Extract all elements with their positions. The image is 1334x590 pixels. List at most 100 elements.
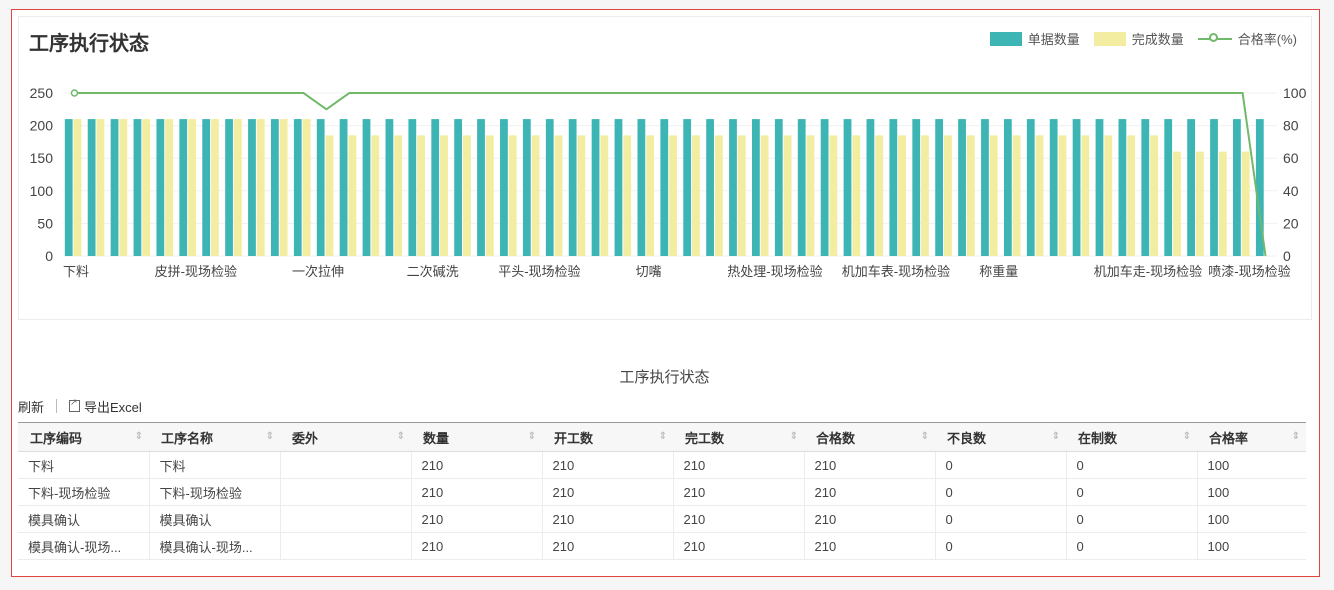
table-row[interactable]: 下料 下料 210 210 210 210 0 0 100 (18, 451, 1306, 479)
column-header[interactable]: 不良数 ⇕ (935, 422, 1066, 452)
sort-icon[interactable]: ⇕ (921, 431, 929, 442)
pass-rate-point (70, 89, 79, 97)
table-cell: 0 (1066, 532, 1198, 560)
column-header[interactable]: 数量 ⇕ (411, 422, 542, 452)
bar-order-qty (202, 119, 211, 256)
bar-order-qty (270, 119, 279, 256)
table-row[interactable]: 模具确认 模具确认 210 210 210 210 0 0 100 (18, 505, 1306, 533)
table-cell: 0 (935, 451, 1067, 479)
sort-icon[interactable]: ⇕ (790, 431, 798, 442)
refresh-button[interactable]: 刷新 (18, 397, 44, 416)
table-cell (280, 478, 412, 506)
table-cell: 模具确认 (149, 505, 281, 533)
bar-done-qty (508, 135, 517, 256)
bar-done-qty (783, 135, 792, 256)
bar-done-qty (1058, 135, 1067, 256)
bar-done-qty (1012, 135, 1021, 256)
bar-order-qty (912, 119, 921, 256)
sort-icon[interactable]: ⇕ (135, 431, 143, 442)
bar-done-qty (348, 135, 357, 256)
column-header[interactable]: 完工数 ⇕ (673, 422, 804, 452)
bar-order-qty (248, 119, 256, 256)
table-cell: 100 (1197, 451, 1306, 479)
column-header[interactable]: 开工数 ⇕ (542, 422, 673, 452)
bar-done-qty (806, 135, 815, 256)
table-cell: 210 (411, 478, 543, 506)
bar-order-qty (408, 119, 417, 256)
combo-chart: 250200150100500100806040200下料 皮拼-现场检验 一次拉伸… (30, 85, 1307, 279)
bar-order-qty (179, 119, 188, 256)
bar-done-qty (989, 135, 998, 256)
y2-tick-label: 80 (1283, 118, 1299, 134)
y-tick-label: 50 (37, 215, 53, 231)
sort-icon[interactable]: ⇕ (1052, 431, 1060, 442)
table-cell: 210 (411, 532, 543, 560)
table-cell: 210 (411, 505, 543, 533)
table-cell: 210 (804, 451, 936, 479)
bar-order-qty (87, 119, 96, 256)
column-header[interactable]: 合格率 ⇕ (1197, 422, 1306, 452)
table-cell: 210 (804, 505, 936, 533)
x-tick-label: 下料 (63, 264, 89, 279)
sort-icon[interactable]: ⇕ (266, 431, 274, 442)
table-row[interactable]: 模具确认-现场... 模具确认-现场... 210 210 210 210 0 0 100 (18, 532, 1306, 560)
chart-panel: 工序执行状态 单据数量 完成数量 合格率(%) 250 200 150 100 50 0 1… (18, 16, 1312, 320)
bar-done-qty (554, 135, 563, 256)
export-icon (69, 397, 81, 412)
bar-order-qty (1210, 119, 1218, 256)
bar-done-qty (417, 135, 425, 256)
bar-done-qty (371, 135, 380, 256)
column-header-label: 委外 (292, 430, 319, 446)
table-cell (280, 505, 412, 533)
y2-tick-label: 100 (1283, 85, 1307, 101)
column-header[interactable]: 工序名称 ⇕ (149, 422, 280, 452)
column-header[interactable]: 合格数 ⇕ (804, 422, 935, 452)
bar-order-qty (1072, 119, 1081, 256)
x-tick-label: 机加车表-现场检验 (842, 264, 950, 279)
bar-order-qty (820, 119, 829, 256)
sort-icon[interactable]: ⇕ (1183, 431, 1191, 442)
bar-order-qty (477, 119, 485, 256)
bar-done-qty (1104, 135, 1113, 256)
column-header[interactable]: 工序编码 ⇕ (18, 422, 149, 452)
table-cell: 210 (673, 532, 805, 560)
export-excel-button[interactable]: 导出Excel (84, 397, 142, 416)
x-tick-label: 切嘴 (636, 264, 662, 279)
sort-icon[interactable]: ⇕ (1292, 431, 1300, 442)
bar-done-qty (600, 135, 609, 256)
bar-order-qty (866, 119, 875, 256)
bar-order-qty (1233, 119, 1241, 256)
column-header[interactable]: 在制数 ⇕ (1066, 422, 1197, 452)
sort-icon[interactable]: ⇕ (659, 431, 667, 442)
table-cell: 100 (1197, 478, 1306, 506)
sort-icon[interactable]: ⇕ (528, 431, 536, 442)
bar-done-qty (737, 135, 746, 256)
y2-tick-label: 60 (1283, 150, 1299, 166)
table-cell: 0 (1066, 451, 1198, 479)
table-cell: 210 (542, 505, 674, 533)
bar-order-qty (706, 119, 714, 256)
column-header[interactable]: 委外 ⇕ (280, 422, 411, 452)
bar-order-qty (889, 119, 898, 256)
y2-tick-label: 40 (1283, 183, 1299, 199)
bar-order-qty (431, 119, 440, 256)
bar-done-qty (165, 119, 174, 256)
y-tick-label: 200 (30, 118, 54, 134)
bar-done-qty (829, 135, 838, 256)
table-cell: 210 (411, 451, 543, 479)
bar-done-qty (1195, 151, 1204, 256)
x-tick-label: 机加车走-现场检验 (1094, 264, 1202, 279)
x-tick-label: 平头-现场检验 (498, 264, 580, 279)
bar-done-qty (669, 135, 677, 256)
x-tick-label: 喷漆-现场检验 (1208, 264, 1290, 279)
bar-done-qty (623, 135, 632, 256)
table-row[interactable]: 下料-现场检验 下料-现场检验 210 210 210 210 0 0 100 (18, 478, 1306, 506)
bar-done-qty (714, 135, 723, 256)
bar-order-qty (660, 119, 669, 256)
y-tick-label: 250 (30, 85, 54, 101)
bar-done-qty (966, 135, 975, 256)
sort-icon[interactable]: ⇕ (397, 431, 405, 442)
table-cell: 下料 (149, 451, 281, 479)
bar-order-qty (774, 119, 783, 256)
bar-order-qty (1026, 119, 1035, 256)
